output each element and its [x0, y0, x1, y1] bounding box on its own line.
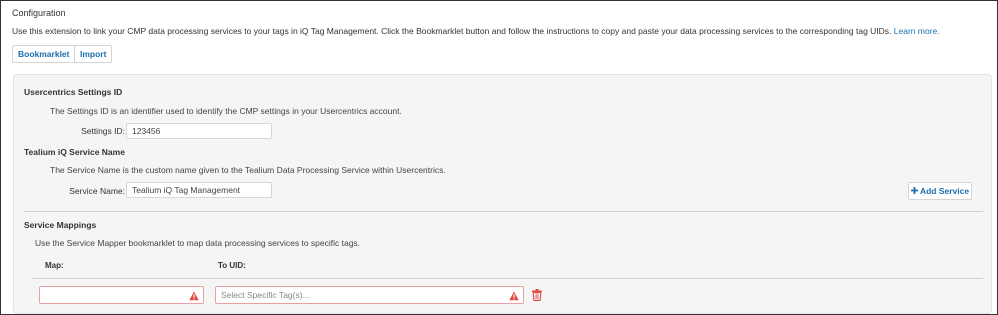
add-service-button[interactable]: Add Service: [908, 182, 972, 200]
service-name-input[interactable]: Tealium iQ Tag Management: [126, 182, 272, 198]
to-uid-column-header: To UID:: [218, 261, 246, 270]
import-button[interactable]: Import: [74, 45, 113, 63]
to-uid-placeholder: Select Specific Tag(s)...: [221, 290, 310, 300]
to-uid-select[interactable]: Select Specific Tag(s)...: [215, 286, 524, 304]
settings-panel: Usercentrics Settings ID The Settings ID…: [13, 74, 992, 314]
mapping-header-divider: [32, 278, 983, 279]
section-divider: [24, 211, 983, 212]
bookmarklet-button[interactable]: Bookmarklet: [12, 45, 76, 63]
configuration-frame: Configuration Use this extension to link…: [0, 0, 998, 315]
trash-icon[interactable]: [532, 289, 543, 302]
warning-icon: [509, 290, 519, 301]
service-name-description: The Service Name is the custom name give…: [50, 165, 446, 175]
map-input[interactable]: [39, 286, 204, 304]
page-title: Configuration: [12, 8, 66, 18]
intro-description: Use this extension to link your CMP data…: [12, 26, 892, 36]
add-service-label: Add Service: [919, 186, 970, 196]
map-column-header: Map:: [45, 261, 64, 270]
service-name-heading: Tealium iQ Service Name: [24, 147, 125, 157]
warning-icon: [189, 290, 199, 301]
settings-id-input[interactable]: 123456: [126, 123, 272, 139]
intro-text: Use this extension to link your CMP data…: [12, 26, 940, 36]
learn-more-link[interactable]: Learn more.: [894, 26, 940, 36]
settings-id-description: The Settings ID is an identifier used to…: [50, 106, 402, 116]
settings-id-label: Settings ID:: [81, 126, 125, 136]
service-mappings-heading: Service Mappings: [24, 220, 97, 230]
settings-id-heading: Usercentrics Settings ID: [24, 87, 123, 97]
service-mappings-description: Use the Service Mapper bookmarklet to ma…: [35, 238, 361, 248]
plus-icon: [910, 186, 920, 196]
service-name-label: Service Name:: [69, 186, 125, 196]
